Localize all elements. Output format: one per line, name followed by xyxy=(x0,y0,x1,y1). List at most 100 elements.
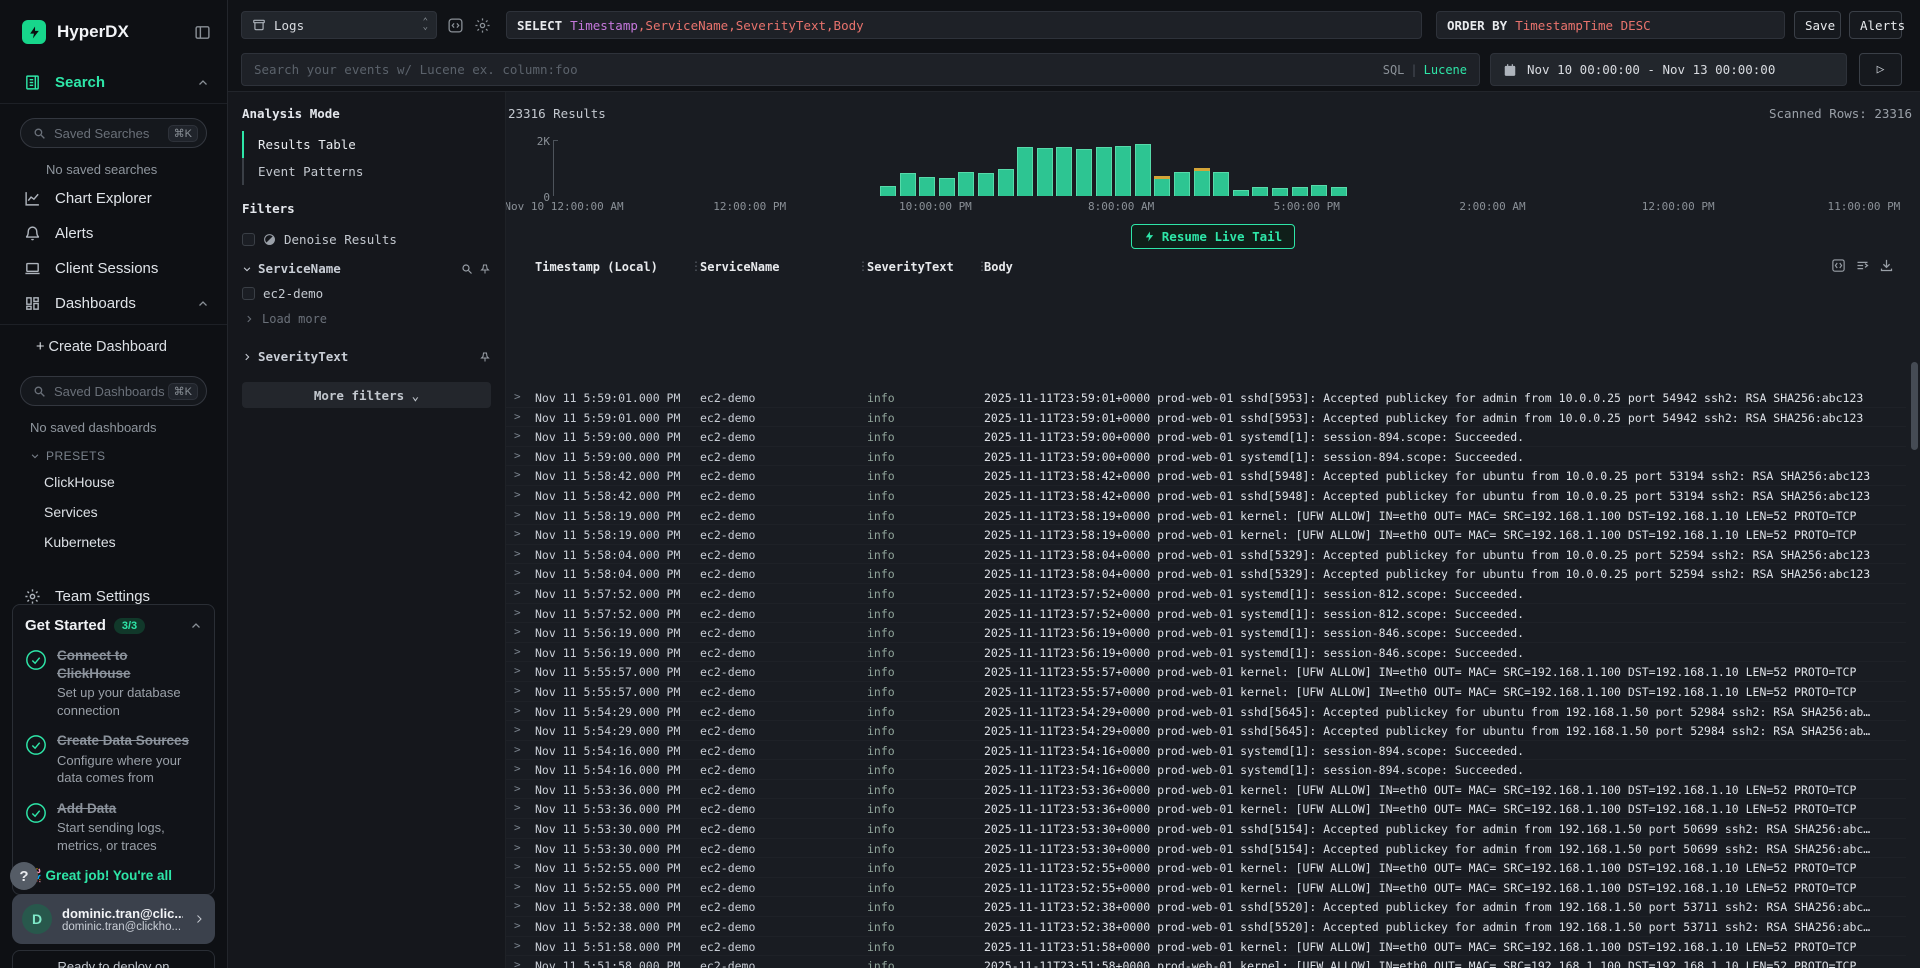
table-row[interactable]: >Nov 11 5:57:52.000 PMec2-demoinfo2025-1… xyxy=(506,604,1906,624)
denoise-checkbox[interactable] xyxy=(242,233,255,246)
table-row[interactable]: >Nov 11 5:58:04.000 PMec2-demoinfo2025-1… xyxy=(506,564,1906,584)
row-expand-chevron-icon[interactable]: > xyxy=(514,704,521,717)
more-filters-button[interactable]: More filters ⌄ xyxy=(242,382,491,408)
row-expand-chevron-icon[interactable]: > xyxy=(514,547,521,560)
row-expand-chevron-icon[interactable]: > xyxy=(514,958,521,968)
row-expand-chevron-icon[interactable]: > xyxy=(514,801,521,814)
col-servicename[interactable]: ServiceName xyxy=(700,260,779,274)
histogram-bar[interactable] xyxy=(919,177,935,196)
histogram-bar[interactable] xyxy=(1331,187,1347,196)
table-row[interactable]: >Nov 11 5:59:00.000 PMec2-demoinfo2025-1… xyxy=(506,447,1906,467)
row-expand-chevron-icon[interactable]: > xyxy=(514,625,521,638)
histogram-bar[interactable] xyxy=(998,169,1014,196)
expand-view-icon[interactable] xyxy=(1831,258,1846,273)
histogram-bar[interactable] xyxy=(1056,147,1072,196)
chevron-up-icon[interactable] xyxy=(197,77,209,89)
denoise-results-toggle[interactable]: Denoise Results xyxy=(242,226,491,253)
table-row[interactable]: >Nov 11 5:53:30.000 PMec2-demoinfo2025-1… xyxy=(506,819,1906,839)
histogram-bar[interactable] xyxy=(1017,147,1033,196)
row-expand-chevron-icon[interactable]: > xyxy=(514,821,521,834)
results-histogram[interactable]: 2K 0 Nov 10 12:00:00 AM12:00:00 PM10:00:… xyxy=(506,138,1920,214)
row-expand-chevron-icon[interactable]: > xyxy=(514,508,521,521)
presets-toggle[interactable]: PRESETS xyxy=(0,439,227,467)
histogram-bar[interactable] xyxy=(1096,147,1112,196)
create-dashboard-button[interactable]: + Create Dashboard xyxy=(0,325,227,362)
histogram-bar[interactable] xyxy=(1194,170,1210,196)
row-expand-chevron-icon[interactable]: > xyxy=(514,939,521,952)
table-row[interactable]: >Nov 11 5:58:19.000 PMec2-demoinfo2025-1… xyxy=(506,506,1906,526)
run-query-button[interactable]: ▷ xyxy=(1859,53,1902,86)
save-button[interactable]: Save xyxy=(1794,11,1841,39)
row-expand-chevron-icon[interactable]: > xyxy=(514,880,521,893)
col-severitytext[interactable]: SeverityText xyxy=(867,260,954,274)
table-row[interactable]: >Nov 11 5:58:42.000 PMec2-demoinfo2025-1… xyxy=(506,466,1906,486)
row-expand-chevron-icon[interactable]: > xyxy=(514,566,521,579)
download-icon[interactable] xyxy=(1879,258,1894,273)
alerts-button[interactable]: Alerts xyxy=(1849,11,1902,39)
row-expand-chevron-icon[interactable]: > xyxy=(514,762,521,775)
order-by-input[interactable]: ORDER BY TimestampTime DESC xyxy=(1436,11,1785,39)
user-menu[interactable]: D dominic.tran@clic... dominic.tran@clic… xyxy=(12,894,215,944)
table-row[interactable]: >Nov 11 5:52:38.000 PMec2-demoinfo2025-1… xyxy=(506,917,1906,937)
table-row[interactable]: >Nov 11 5:52:55.000 PMec2-demoinfo2025-1… xyxy=(506,858,1906,878)
vertical-scrollbar[interactable] xyxy=(1911,362,1918,450)
edit-source-icon[interactable] xyxy=(447,15,467,35)
table-row[interactable]: >Nov 11 5:55:57.000 PMec2-demoinfo2025-1… xyxy=(506,682,1906,702)
load-more-button[interactable]: Load more xyxy=(242,307,491,331)
pin-icon[interactable] xyxy=(479,263,491,275)
row-expand-chevron-icon[interactable]: > xyxy=(514,860,521,873)
service-name-group[interactable]: ServiceName xyxy=(242,253,491,280)
row-expand-chevron-icon[interactable]: > xyxy=(514,449,521,462)
histogram-bar[interactable] xyxy=(939,178,955,196)
service-checkbox[interactable] xyxy=(242,287,255,300)
table-row[interactable]: >Nov 11 5:52:55.000 PMec2-demoinfo2025-1… xyxy=(506,878,1906,898)
histogram-bar[interactable] xyxy=(1272,188,1288,196)
pin-icon[interactable] xyxy=(479,351,491,363)
table-row[interactable]: >Nov 11 5:51:58.000 PMec2-demoinfo2025-1… xyxy=(506,937,1906,957)
histogram-bar[interactable] xyxy=(1233,190,1249,196)
row-expand-chevron-icon[interactable]: > xyxy=(514,899,521,912)
resume-live-tail-button[interactable]: Resume Live Tail xyxy=(1131,224,1295,249)
histogram-bar[interactable] xyxy=(1252,187,1268,196)
row-expand-chevron-icon[interactable]: > xyxy=(514,468,521,481)
histogram-bar[interactable] xyxy=(1292,187,1308,196)
filter-search-icon[interactable] xyxy=(461,263,473,275)
sidebar-item-dashboards[interactable]: Dashboards xyxy=(0,286,227,325)
table-row[interactable]: >Nov 11 5:59:01.000 PMec2-demoinfo2025-1… xyxy=(506,408,1906,428)
get-started-item[interactable]: Connect to ClickHouseSet up your databas… xyxy=(25,647,202,719)
histogram-bar[interactable] xyxy=(1174,172,1190,196)
row-expand-chevron-icon[interactable]: > xyxy=(514,782,521,795)
sidebar-item-chart-explorer[interactable]: Chart Explorer xyxy=(0,181,227,216)
source-select[interactable]: Logs ⌃⌄ xyxy=(241,11,437,39)
table-row[interactable]: >Nov 11 5:58:19.000 PMec2-demoinfo2025-1… xyxy=(506,525,1906,545)
row-expand-chevron-icon[interactable]: > xyxy=(514,684,521,697)
table-row[interactable]: >Nov 11 5:58:42.000 PMec2-demoinfo2025-1… xyxy=(506,486,1906,506)
analysis-mode-option[interactable]: Event Patterns xyxy=(242,158,491,185)
language-sql-option[interactable]: SQL xyxy=(1383,63,1405,77)
row-expand-chevron-icon[interactable]: > xyxy=(514,410,521,423)
chevron-up-icon[interactable] xyxy=(190,620,202,632)
service-filter-option[interactable]: ec2-demo xyxy=(242,280,491,307)
severity-text-group[interactable]: SeverityText xyxy=(242,341,491,368)
preset-dashboard-link[interactable]: Kubernetes xyxy=(0,527,227,557)
histogram-bar[interactable] xyxy=(1076,149,1092,196)
table-row[interactable]: >Nov 11 5:51:58.000 PMec2-demoinfo2025-1… xyxy=(506,956,1906,968)
table-row[interactable]: >Nov 11 5:57:52.000 PMec2-demoinfo2025-1… xyxy=(506,584,1906,604)
histogram-bar[interactable] xyxy=(958,172,974,196)
row-expand-chevron-icon[interactable]: > xyxy=(514,723,521,736)
sidebar-item-client-sessions[interactable]: Client Sessions xyxy=(0,251,227,286)
row-expand-chevron-icon[interactable]: > xyxy=(514,664,521,677)
select-clause-input[interactable]: SELECT Timestamp,ServiceName,SeverityTex… xyxy=(506,11,1422,39)
row-expand-chevron-icon[interactable]: > xyxy=(514,743,521,756)
saved-dashboards-input[interactable]: Saved Dashboards ⌘K xyxy=(20,376,207,406)
sidebar-item-alerts[interactable]: Alerts xyxy=(0,216,227,251)
histogram-bar[interactable] xyxy=(1311,185,1327,196)
row-expand-chevron-icon[interactable]: > xyxy=(514,527,521,540)
table-row[interactable]: >Nov 11 5:55:57.000 PMec2-demoinfo2025-1… xyxy=(506,662,1906,682)
row-expand-chevron-icon[interactable]: > xyxy=(514,919,521,932)
get-started-item[interactable]: Add DataStart sending logs, metrics, or … xyxy=(25,800,202,855)
histogram-bar[interactable] xyxy=(1115,146,1131,196)
row-density-icon[interactable] xyxy=(1855,258,1870,273)
histogram-bar[interactable] xyxy=(1213,172,1229,196)
row-expand-chevron-icon[interactable]: > xyxy=(514,841,521,854)
